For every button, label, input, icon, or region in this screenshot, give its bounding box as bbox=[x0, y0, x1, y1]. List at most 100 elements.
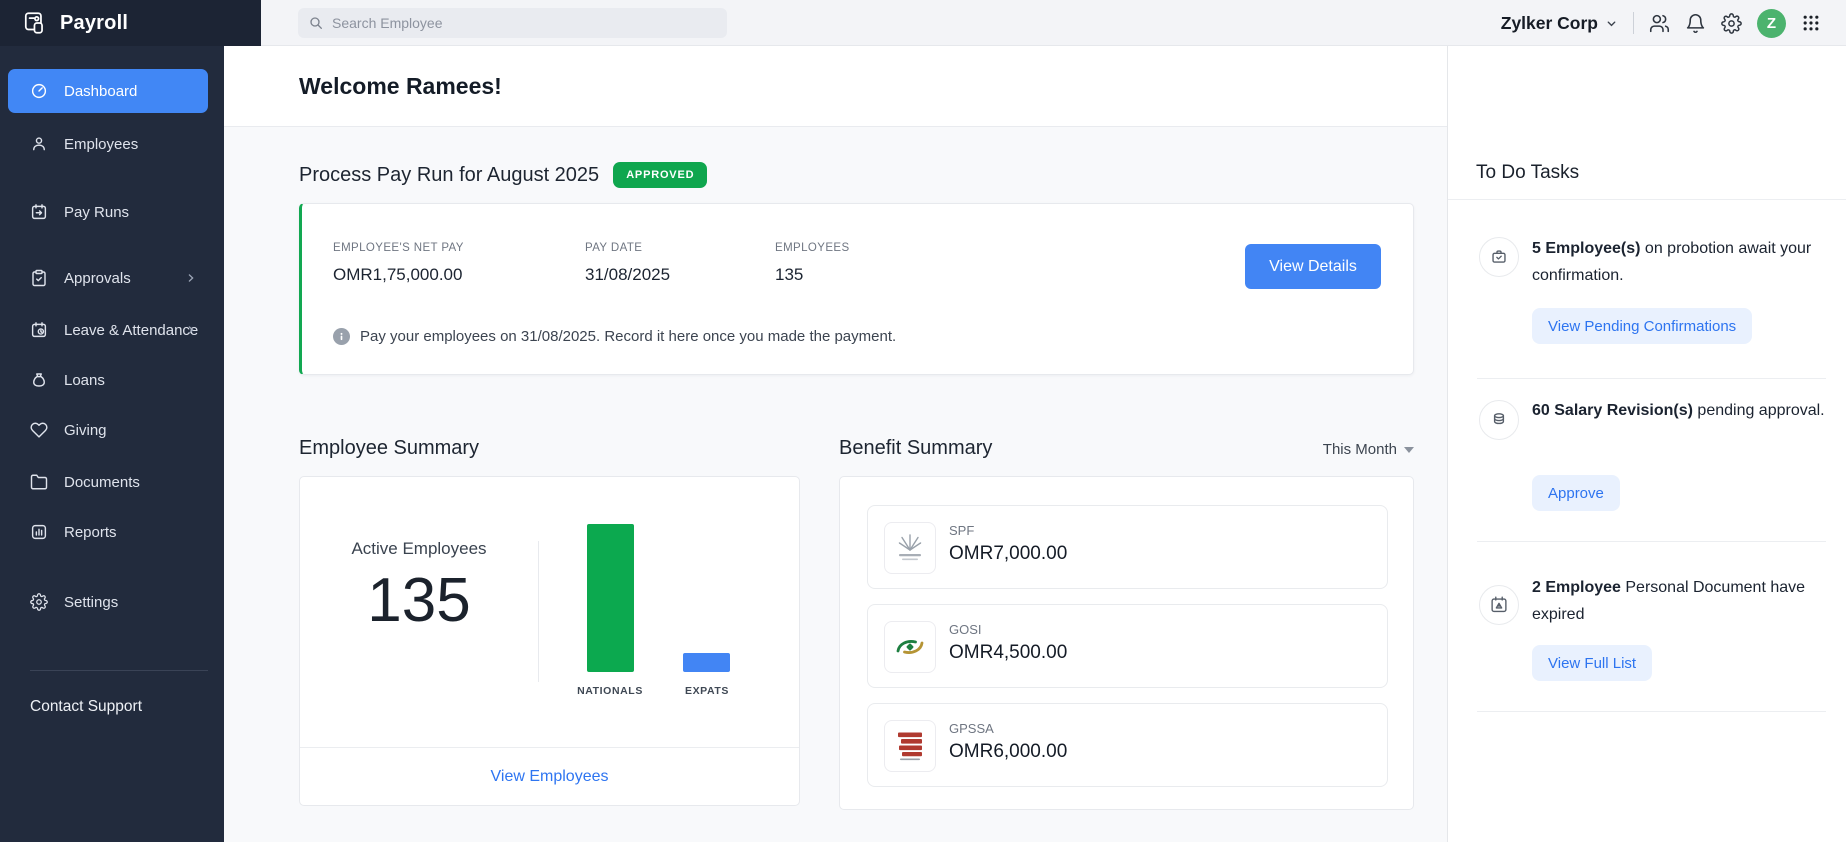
expats-label: EXPATS bbox=[657, 685, 757, 697]
nationals-bar bbox=[587, 524, 634, 672]
benefit-amount: OMR6,000.00 bbox=[949, 741, 1067, 763]
view-full-list-button[interactable]: View Full List bbox=[1532, 645, 1652, 681]
gpssa-logo bbox=[884, 720, 936, 772]
dashboard-icon bbox=[30, 82, 48, 100]
sidebar-item-documents[interactable]: Documents bbox=[8, 462, 208, 502]
page-title: Welcome Ramees! bbox=[299, 73, 502, 100]
avatar[interactable]: Z bbox=[1757, 9, 1786, 38]
approve-button[interactable]: Approve bbox=[1532, 475, 1620, 511]
period-filter-dropdown[interactable]: This Month bbox=[1323, 441, 1414, 458]
payrun-info-text: Pay your employees on 31/08/2025. Record… bbox=[360, 328, 896, 345]
sidebar-item-dashboard[interactable]: Dashboard bbox=[8, 69, 208, 113]
briefcase-check-icon bbox=[1479, 237, 1519, 277]
chevron-right-icon bbox=[186, 325, 196, 335]
bell-icon[interactable] bbox=[1685, 13, 1706, 34]
todo-panel: To Do Tasks 5 Employee(s) on probotion a… bbox=[1447, 46, 1846, 842]
leave-attendance-icon bbox=[30, 321, 48, 339]
sidebar-item-employees[interactable]: Employees bbox=[8, 124, 208, 164]
reports-icon bbox=[30, 523, 48, 541]
payrun-title: Process Pay Run for August 2025 bbox=[299, 164, 599, 187]
period-filter-value: This Month bbox=[1323, 441, 1397, 458]
employees-icon bbox=[30, 135, 48, 153]
sidebar-item-leave-attendance[interactable]: Leave & Attendance bbox=[8, 310, 208, 350]
status-badge: APPROVED bbox=[613, 162, 707, 188]
loans-icon bbox=[30, 371, 48, 389]
employee-summary-title: Employee Summary bbox=[299, 437, 479, 460]
sidebar-item-label: Pay Runs bbox=[64, 204, 129, 221]
sidebar: Dashboard Employees Pay Runs Approvals bbox=[0, 46, 224, 842]
sidebar-item-settings[interactable]: Settings bbox=[8, 582, 208, 622]
calendar-alert-icon bbox=[1479, 585, 1519, 625]
sidebar-item-label: Leave & Attendance bbox=[64, 322, 198, 339]
topbar-actions: Zylker Corp Z bbox=[1501, 0, 1846, 46]
sidebar-item-label: Dashboard bbox=[64, 83, 137, 100]
view-employees-link[interactable]: View Employees bbox=[300, 748, 799, 806]
payruns-icon bbox=[30, 203, 48, 221]
metric-label: Active Employees bbox=[300, 539, 538, 559]
settings-icon bbox=[30, 593, 48, 611]
app-name: Payroll bbox=[60, 12, 128, 35]
task-count: 60 Salary Revision(s) bbox=[1532, 402, 1693, 419]
card-divider bbox=[538, 541, 539, 682]
employee-summary-card: Active Employees 135 NATIONALS EXPATS Vi… bbox=[299, 476, 800, 806]
sidebar-item-label: Approvals bbox=[64, 270, 131, 287]
top-bar: Payroll Zylker Corp bbox=[0, 0, 1846, 46]
task-text-probation: 5 Employee(s) on probotion await your co… bbox=[1532, 235, 1827, 289]
employees-count-field: EMPLOYEES 135 bbox=[775, 242, 850, 285]
pay-date-label: PAY DATE bbox=[585, 242, 775, 254]
employees-count-label: EMPLOYEES bbox=[775, 242, 850, 254]
nationals-label: NATIONALS bbox=[560, 685, 660, 697]
view-details-button[interactable]: View Details bbox=[1245, 244, 1381, 289]
task-divider bbox=[1477, 541, 1826, 542]
benefit-row-gosi: GOSI OMR4,500.00 bbox=[867, 604, 1388, 688]
giving-icon bbox=[30, 421, 48, 439]
payrun-fields: EMPLOYEE'S NET PAY OMR1,75,000.00 PAY DA… bbox=[333, 242, 850, 285]
contact-support-link[interactable]: Contact Support bbox=[30, 698, 142, 716]
users-icon[interactable] bbox=[1649, 13, 1670, 34]
sidebar-item-label: Documents bbox=[64, 474, 140, 491]
benefit-row-spf: SPF OMR7,000.00 bbox=[867, 505, 1388, 589]
task-description: pending approval. bbox=[1693, 402, 1825, 419]
employee-search[interactable] bbox=[298, 8, 727, 38]
topbar-divider bbox=[1633, 12, 1634, 34]
benefit-summary-title: Benefit Summary bbox=[839, 437, 992, 460]
welcome-band: Welcome Ramees! bbox=[224, 46, 1447, 127]
org-switcher[interactable]: Zylker Corp bbox=[1501, 13, 1618, 34]
todo-title: To Do Tasks bbox=[1476, 162, 1579, 184]
documents-icon bbox=[30, 473, 48, 491]
gosi-logo bbox=[884, 621, 936, 673]
info-icon bbox=[333, 328, 350, 345]
search-input[interactable] bbox=[332, 15, 717, 31]
spf-logo bbox=[884, 522, 936, 574]
apps-grid-icon[interactable] bbox=[1801, 13, 1821, 33]
sidebar-item-pay-runs[interactable]: Pay Runs bbox=[8, 192, 208, 232]
benefit-row-gpssa: GPSSA OMR6,000.00 bbox=[867, 703, 1388, 787]
sidebar-item-approvals[interactable]: Approvals bbox=[8, 258, 208, 298]
employees-count-value: 135 bbox=[775, 265, 850, 285]
benefit-amount: OMR7,000.00 bbox=[949, 543, 1067, 565]
chevron-down-icon bbox=[1605, 17, 1618, 30]
benefit-amount: OMR4,500.00 bbox=[949, 642, 1067, 664]
sidebar-divider bbox=[30, 670, 208, 671]
active-employees-metric: Active Employees 135 bbox=[300, 539, 538, 635]
pay-date-field: PAY DATE 31/08/2025 bbox=[585, 242, 775, 285]
task-count: 2 Employee bbox=[1532, 579, 1621, 596]
sidebar-item-label: Loans bbox=[64, 372, 105, 389]
gear-icon[interactable] bbox=[1721, 13, 1742, 34]
task-divider bbox=[1477, 711, 1826, 712]
metric-value: 135 bbox=[300, 567, 538, 635]
org-name: Zylker Corp bbox=[1501, 13, 1598, 34]
chevron-down-icon bbox=[1404, 447, 1414, 453]
sidebar-item-label: Employees bbox=[64, 136, 138, 153]
main-content: Welcome Ramees! Process Pay Run for Augu… bbox=[224, 46, 1447, 842]
view-pending-confirmations-button[interactable]: View Pending Confirmations bbox=[1532, 308, 1752, 344]
benefit-summary-card: SPF OMR7,000.00 GOSI OMR4,500.00 bbox=[839, 476, 1414, 810]
sidebar-item-reports[interactable]: Reports bbox=[8, 512, 208, 552]
payroll-logo-icon bbox=[22, 10, 48, 36]
app-logo: Payroll bbox=[0, 0, 261, 46]
sidebar-item-loans[interactable]: Loans bbox=[8, 360, 208, 400]
panel-divider bbox=[1448, 199, 1846, 200]
benefit-name: GPSSA bbox=[949, 721, 994, 736]
expats-bar bbox=[683, 653, 730, 672]
sidebar-item-giving[interactable]: Giving bbox=[8, 410, 208, 450]
